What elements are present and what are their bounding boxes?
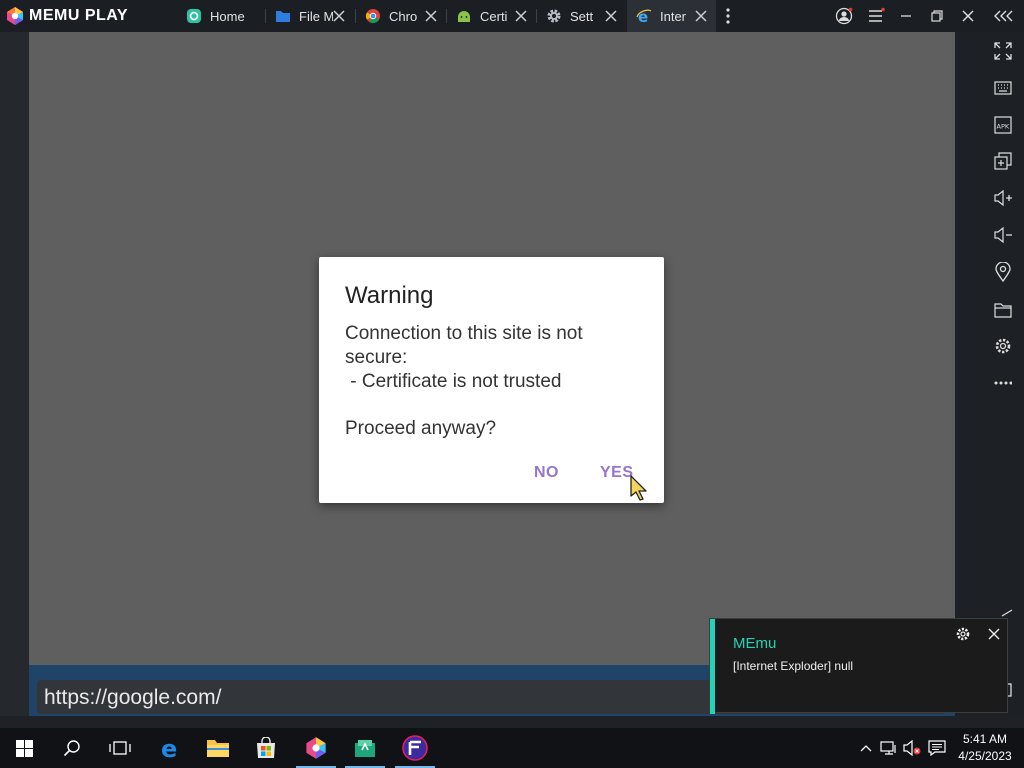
taskbar-memu[interactable] bbox=[292, 728, 340, 768]
tab-label: Sett bbox=[570, 8, 594, 24]
search-button[interactable] bbox=[48, 728, 96, 768]
notification-accent-bar bbox=[710, 619, 715, 714]
clock-time: 5:41 AM bbox=[962, 732, 1008, 746]
memu-logo: MEMU PLAY bbox=[5, 6, 128, 26]
minimize-icon[interactable] bbox=[897, 7, 915, 25]
dialog-title: Warning bbox=[345, 282, 434, 309]
close-tab-icon[interactable] bbox=[514, 9, 528, 23]
close-tab-icon[interactable] bbox=[424, 9, 438, 23]
multi-instance-icon[interactable] bbox=[993, 151, 1013, 171]
memu-multi-instance-icon bbox=[355, 740, 375, 757]
close-tab-icon[interactable] bbox=[332, 9, 346, 23]
close-tab-icon[interactable] bbox=[694, 9, 708, 23]
tab-label: Home bbox=[210, 8, 245, 24]
dialog-message: Connection to this site is not secure: -… bbox=[345, 322, 645, 394]
restore-icon[interactable] bbox=[928, 7, 946, 25]
dialog-question: Proceed anyway? bbox=[345, 418, 497, 439]
windows-logo-icon bbox=[15, 739, 33, 757]
store-icon bbox=[257, 737, 275, 758]
taskbar-app-f[interactable] bbox=[391, 728, 439, 768]
close-window-icon[interactable] bbox=[959, 7, 977, 25]
close-tab-icon[interactable] bbox=[604, 9, 618, 23]
dialog-message-line: Connection to this site is not bbox=[345, 323, 583, 344]
memu-logo-icon bbox=[7, 7, 23, 25]
volume-down-icon[interactable] bbox=[993, 225, 1013, 245]
gear-icon bbox=[546, 8, 562, 24]
location-icon[interactable] bbox=[993, 262, 1013, 282]
emulator-side-toolbar: APK bbox=[955, 32, 1024, 716]
action-center-icon[interactable] bbox=[928, 739, 946, 757]
memu-app-icon bbox=[306, 737, 326, 759]
memu-title-bar: MEMU PLAY Home File M Chro Certi Sett e … bbox=[0, 0, 1024, 32]
svg-text:e: e bbox=[161, 736, 177, 760]
apk-install-icon[interactable]: APK bbox=[993, 115, 1013, 135]
search-icon bbox=[63, 740, 80, 757]
show-hidden-icons-chevron-icon[interactable] bbox=[857, 739, 875, 757]
tab-label: Inter bbox=[660, 8, 687, 24]
memu-home-icon bbox=[186, 8, 202, 24]
tab-certificate[interactable]: Certi bbox=[447, 0, 536, 32]
shared-folder-icon[interactable] bbox=[993, 300, 1013, 320]
svg-text:APK: APK bbox=[997, 123, 1010, 131]
task-view-button[interactable] bbox=[96, 728, 144, 768]
clock-date: 4/25/2023 bbox=[958, 749, 1012, 763]
tab-label: File M bbox=[299, 8, 333, 24]
taskbar-edge[interactable]: e bbox=[146, 728, 194, 768]
collapse-sidebar-icon[interactable] bbox=[993, 7, 1015, 25]
hamburger-menu-icon[interactable] bbox=[867, 7, 885, 25]
keyboard-icon[interactable] bbox=[993, 78, 1013, 98]
warning-dialog: Warning Connection to this site is not s… bbox=[319, 257, 664, 503]
dialog-message-line: - Certificate is not trusted bbox=[345, 371, 562, 392]
notification-toast[interactable]: MEmu [Internet Exploder] null bbox=[709, 618, 1008, 714]
windows-taskbar: e 5:41 AM 4/25/2023 bbox=[0, 728, 1024, 768]
file-explorer-icon bbox=[207, 740, 229, 757]
tab-home[interactable]: Home bbox=[177, 0, 265, 32]
memu-brand-text: MEMU PLAY bbox=[29, 7, 129, 24]
url-text: https://google.com/ bbox=[44, 686, 222, 709]
notification-app-name: MEmu bbox=[733, 635, 777, 652]
settings-gear-icon[interactable] bbox=[993, 336, 1013, 356]
tab-label: Certi bbox=[480, 8, 508, 24]
taskbar-memu-multi[interactable] bbox=[341, 728, 389, 768]
android-icon bbox=[456, 8, 472, 24]
taskbar-file-explorer[interactable] bbox=[194, 728, 242, 768]
taskbar-store[interactable] bbox=[242, 728, 290, 768]
tab-settings[interactable]: Sett bbox=[537, 0, 626, 32]
app-f-icon bbox=[402, 735, 428, 761]
tab-chrome[interactable]: Chro bbox=[356, 0, 446, 32]
internet-explorer-icon: e bbox=[636, 8, 652, 24]
notification-message: [Internet Exploder] null bbox=[733, 659, 854, 673]
left-border bbox=[0, 32, 29, 716]
system-clock[interactable]: 5:41 AM 4/25/2023 bbox=[956, 731, 1014, 765]
more-options-icon[interactable] bbox=[993, 373, 1013, 393]
task-view-icon bbox=[109, 741, 131, 755]
chrome-icon bbox=[365, 8, 381, 24]
more-tabs-icon[interactable] bbox=[719, 7, 737, 25]
mouse-cursor-icon bbox=[630, 475, 647, 501]
folder-icon bbox=[275, 8, 291, 24]
tab-internet-explorer[interactable]: e Inter bbox=[627, 0, 716, 32]
fullscreen-icon[interactable] bbox=[993, 41, 1013, 61]
notification-settings-icon[interactable] bbox=[955, 626, 971, 642]
tab-file-manager[interactable]: File M bbox=[266, 0, 354, 32]
tab-label: Chro bbox=[389, 8, 418, 24]
volume-up-icon[interactable] bbox=[993, 188, 1013, 208]
volume-muted-icon[interactable] bbox=[903, 739, 921, 757]
notification-close-icon[interactable] bbox=[986, 626, 1002, 642]
start-button[interactable] bbox=[0, 728, 48, 768]
user-account-icon[interactable] bbox=[835, 7, 853, 25]
no-button[interactable]: NO bbox=[534, 464, 559, 482]
network-icon[interactable] bbox=[880, 739, 898, 757]
edge-browser-icon: e bbox=[161, 736, 177, 760]
dialog-message-line: secure: bbox=[345, 347, 408, 368]
